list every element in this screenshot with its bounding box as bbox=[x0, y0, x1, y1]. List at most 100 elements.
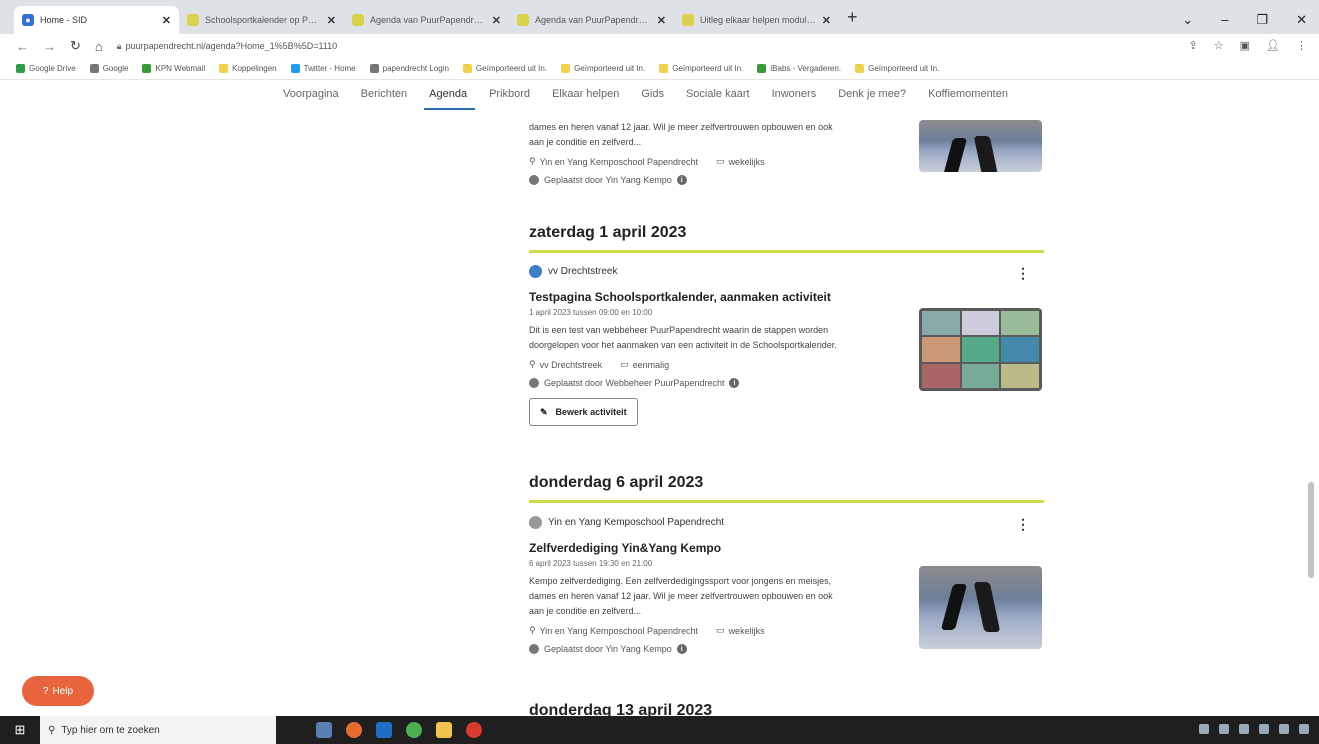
browser-tab-2[interactable]: Agenda van PuurPapendrecht.nl ✕ bbox=[344, 6, 509, 34]
scrollbar-thumb[interactable] bbox=[1308, 482, 1314, 578]
nav-koffiemomenten[interactable]: Koffiemomenten bbox=[928, 88, 1008, 110]
browser-tab-0[interactable]: ● Home - SID ✕ bbox=[14, 6, 179, 34]
nav-inwoners[interactable]: Inwoners bbox=[772, 88, 817, 110]
bookmark-item[interactable]: Koppelingen bbox=[219, 64, 277, 73]
forward-arrow-icon[interactable]: → bbox=[43, 39, 56, 54]
bookmark-item[interactable]: Google bbox=[89, 64, 128, 73]
folder-icon bbox=[855, 64, 865, 73]
chrome-icon[interactable] bbox=[406, 722, 422, 738]
event-organizer[interactable]: vv Drechtstreek bbox=[529, 265, 1044, 278]
close-window-icon[interactable]: ✕ bbox=[1296, 12, 1307, 28]
more-options-icon[interactable]: ⋮ bbox=[1016, 516, 1030, 533]
event-description: Dit is een test van webbeheer PuurPapend… bbox=[529, 325, 837, 350]
event-title[interactable]: Testpagina Schoolsportkalender, aanmaken… bbox=[529, 290, 1044, 304]
lock-icon[interactable]: 🔒︎ bbox=[117, 41, 122, 52]
task-view-icon[interactable] bbox=[316, 722, 332, 738]
bookmark-item[interactable]: Geïmporteerd uit In. bbox=[659, 64, 743, 73]
event-title[interactable]: Zelfverdediging Yin&Yang Kempo bbox=[529, 541, 1044, 555]
bookmark-item[interactable]: Geïmporteerd uit In. bbox=[855, 64, 939, 73]
firefox-icon[interactable] bbox=[346, 722, 362, 738]
close-icon[interactable]: ✕ bbox=[492, 14, 501, 27]
bookmark-item[interactable]: KPN Webmail bbox=[142, 64, 205, 73]
nav-berichten[interactable]: Berichten bbox=[361, 88, 407, 110]
file-explorer-icon[interactable] bbox=[436, 722, 452, 738]
nav-gids[interactable]: Gids bbox=[641, 88, 664, 110]
sidebar-icon[interactable]: ▣ bbox=[1240, 39, 1250, 52]
more-options-icon[interactable]: ⋮ bbox=[1016, 265, 1030, 282]
back-arrow-icon[interactable]: ← bbox=[16, 39, 29, 54]
nav-prikbord[interactable]: Prikbord bbox=[489, 88, 530, 110]
windows-start-icon[interactable]: ⊞ bbox=[0, 716, 40, 744]
search-icon: ⚲ bbox=[48, 724, 56, 736]
bookmark-item[interactable]: Geïmporteerd uit In. bbox=[462, 64, 547, 73]
bookmark-item[interactable]: Google Drive bbox=[16, 64, 76, 73]
new-tab-button[interactable]: + bbox=[847, 7, 858, 28]
url-input[interactable]: puurpapendrecht.nl/agenda?Home_1%5B%5D=1… bbox=[126, 41, 338, 51]
tray-icon[interactable] bbox=[1259, 724, 1269, 734]
close-icon[interactable]: ✕ bbox=[162, 14, 171, 27]
minimize-icon[interactable]: – bbox=[1221, 12, 1228, 28]
globe-icon bbox=[529, 175, 539, 185]
bookmark-item[interactable]: Geïmporteerd uit In. bbox=[561, 64, 645, 73]
event-thumbnail[interactable] bbox=[919, 120, 1042, 172]
tab-title: Agenda van PuurPapendrecht.nl bbox=[535, 15, 651, 25]
star-icon[interactable]: ☆ bbox=[1214, 39, 1224, 52]
reload-icon[interactable]: ↻ bbox=[70, 38, 81, 54]
tray-icon[interactable] bbox=[1219, 724, 1229, 734]
nav-elkaar-helpen[interactable]: Elkaar helpen bbox=[552, 88, 619, 110]
event-thumbnail[interactable] bbox=[919, 308, 1042, 391]
nav-sociale-kaart[interactable]: Sociale kaart bbox=[686, 88, 750, 110]
acrobat-icon[interactable] bbox=[466, 722, 482, 738]
info-icon[interactable]: i bbox=[676, 175, 687, 185]
event-organizer[interactable]: Yin en Yang Kemposchool Papendrecht bbox=[529, 516, 1044, 529]
chevron-down-icon[interactable]: ⌄ bbox=[1182, 12, 1193, 28]
page-scrollbar[interactable] bbox=[1307, 82, 1315, 712]
info-icon[interactable]: i bbox=[729, 378, 740, 388]
bookmark-item[interactable]: Twitter - Home bbox=[290, 64, 356, 73]
event-thumbnail[interactable] bbox=[919, 566, 1042, 649]
globe-icon bbox=[529, 644, 539, 654]
profile-icon[interactable]: 👤︎ bbox=[1266, 39, 1280, 52]
nav-denk-je-mee[interactable]: Denk je mee? bbox=[838, 88, 906, 110]
browser-tab-1[interactable]: Schoolsportkalender op PuurPa ✕ bbox=[179, 6, 344, 34]
tray-icon[interactable] bbox=[1279, 724, 1289, 734]
browser-tab-3[interactable]: Agenda van PuurPapendrecht.nl ✕ bbox=[509, 6, 674, 34]
event-frequency: ▭ eenmalig bbox=[620, 359, 670, 370]
event-frequency: ▭ wekelijks bbox=[716, 625, 765, 636]
share-icon[interactable]: ⇪ bbox=[1189, 39, 1198, 52]
globe-icon bbox=[369, 64, 379, 73]
outlook-icon[interactable] bbox=[376, 722, 392, 738]
calendar-icon: ▭ bbox=[620, 359, 629, 369]
info-icon[interactable]: i bbox=[676, 644, 687, 654]
event-frequency: ▭ wekelijks bbox=[716, 156, 765, 167]
taskbar-search-input[interactable]: ⚲ Typ hier om te zoeken bbox=[40, 716, 276, 744]
edit-activity-button[interactable]: ✎ Bewerk activiteit bbox=[529, 398, 638, 426]
folder-icon bbox=[561, 64, 571, 73]
nav-agenda[interactable]: Agenda bbox=[424, 88, 476, 110]
event-card-partial: dames en heren vanaf 12 jaar. Wil je mee… bbox=[529, 120, 1044, 185]
tab-title: Agenda van PuurPapendrecht.nl bbox=[370, 15, 486, 25]
event-card: vv Drechtstreek ⋮ Testpagina Schoolsport… bbox=[529, 265, 1044, 426]
google-icon bbox=[89, 64, 99, 73]
close-icon[interactable]: ✕ bbox=[822, 14, 831, 27]
window-controls: ⌄ – ❐ ✕ bbox=[1182, 12, 1307, 28]
help-icon: ? bbox=[42, 685, 49, 697]
tray-icon[interactable] bbox=[1239, 724, 1249, 734]
close-icon[interactable]: ✕ bbox=[327, 14, 336, 27]
bookmark-item[interactable]: papendrecht Login bbox=[369, 64, 449, 73]
calendar-icon: ▭ bbox=[716, 625, 725, 635]
help-button[interactable]: ? Help bbox=[22, 676, 94, 706]
puur-favicon-icon bbox=[517, 14, 529, 26]
tray-icon[interactable] bbox=[1199, 724, 1209, 734]
nav-voorpagina[interactable]: Voorpagina bbox=[283, 88, 339, 110]
folder-icon bbox=[659, 64, 669, 73]
restore-icon[interactable]: ❐ bbox=[1256, 12, 1268, 28]
tray-icon[interactable] bbox=[1299, 724, 1309, 734]
browser-tab-4[interactable]: Uitleg elkaar helpen module | P ✕ bbox=[674, 6, 839, 34]
date-heading: zaterdag 1 april 2023 bbox=[529, 224, 687, 241]
event-description: Kempo zelfverdediging. Een zelfverdedigi… bbox=[529, 576, 833, 616]
bookmark-item[interactable]: iBabs - Vergaderen. bbox=[757, 64, 841, 73]
home-icon[interactable]: ⌂ bbox=[95, 39, 103, 54]
more-menu-icon[interactable]: ⋮ bbox=[1296, 39, 1307, 52]
close-icon[interactable]: ✕ bbox=[657, 14, 666, 27]
